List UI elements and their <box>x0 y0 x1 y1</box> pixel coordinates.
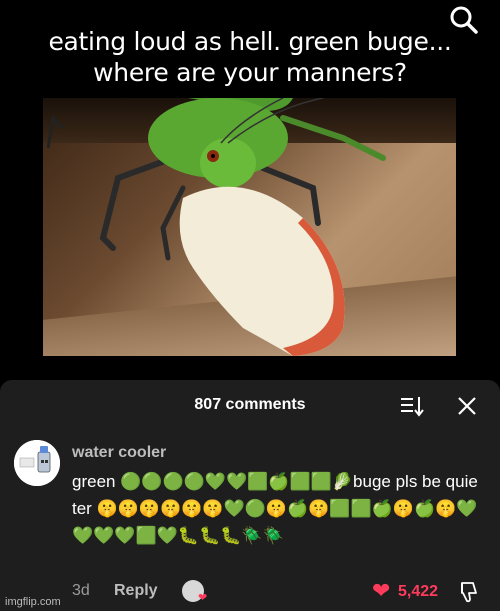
video-caption: eating loud as hell. green buge... where… <box>48 27 452 87</box>
dislike-button[interactable] <box>456 580 480 604</box>
close-button[interactable] <box>455 394 479 418</box>
avatar[interactable] <box>14 440 60 486</box>
comments-count-title: 807 comments <box>194 396 306 413</box>
grasshopper-eating-apple-image <box>46 98 386 356</box>
comment-age: 3d <box>72 582 90 599</box>
video-frame[interactable] <box>43 98 456 356</box>
like-count: 5,422 <box>398 583 439 600</box>
search-icon <box>450 6 478 34</box>
video-area: eating loud as hell. green buge... where… <box>0 0 500 380</box>
sort-button[interactable] <box>399 394 425 418</box>
thumbs-down-icon <box>461 582 477 603</box>
comment-meta-row: 3d Reply ❤ ❤ 5,422 <box>72 578 492 604</box>
reply-button[interactable]: Reply <box>114 582 158 600</box>
search-button[interactable] <box>448 4 480 36</box>
water-cooler-avatar-image <box>14 440 60 486</box>
comment-text: green 🟢🟢🟢🟢💚💚🟩🍏🟩🟩🥬buge pls be quieter 🤫🤫🤫… <box>72 472 478 545</box>
sort-icon <box>401 397 424 417</box>
heart-icon: ❤ <box>372 578 391 603</box>
watermark: imgflip.com <box>5 596 61 608</box>
comments-sheet: 807 comments water cooler green 🟢🟢🟢🟢💚💚🟩🍏… <box>0 380 500 611</box>
close-icon <box>458 397 476 415</box>
creator-heart-icon: ❤ <box>198 592 208 604</box>
comment-username[interactable]: water cooler <box>72 444 166 462</box>
